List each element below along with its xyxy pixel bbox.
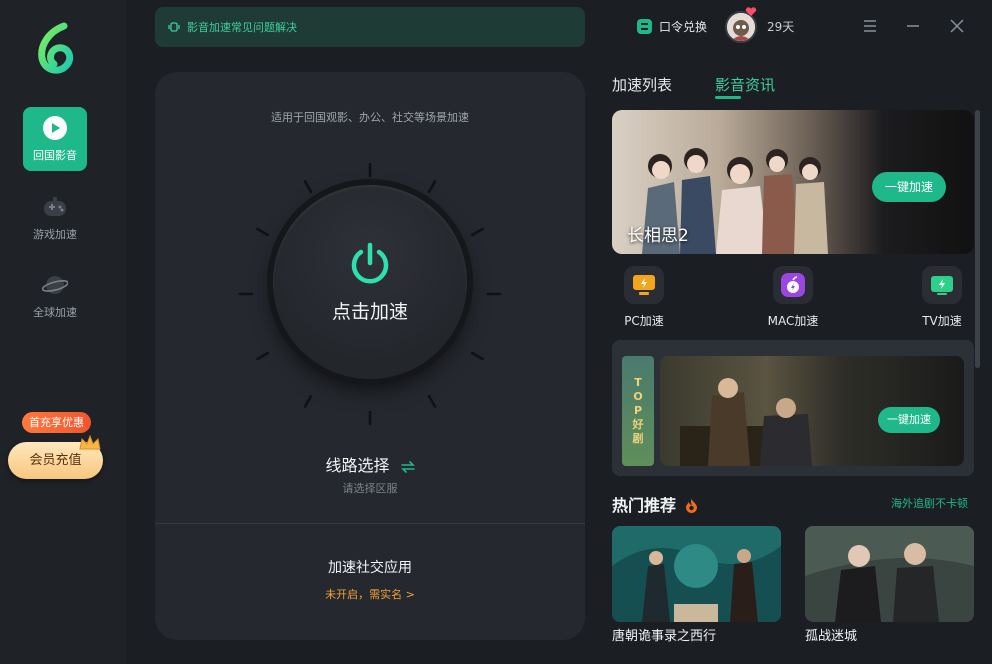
ribbon-char: O [633, 390, 643, 403]
play-circle-icon [42, 115, 68, 141]
dial-tick [427, 394, 437, 408]
redeem-button[interactable]: 口令兑换 [637, 18, 707, 35]
dial-tick [303, 180, 313, 194]
panel-subtitle: 适用于回国观影、办公、社交等场景加速 [271, 111, 469, 124]
notice-text: 影音加速常见问题解决 [187, 21, 297, 34]
sidebar-item-game[interactable]: 游戏加速 [23, 186, 87, 250]
social-status-link[interactable]: 未开启，需实名 > [155, 586, 585, 602]
redeem-label: 口令兑换 [659, 20, 708, 34]
platform-mac[interactable]: MAC加速 [763, 266, 823, 329]
tab-indicator [715, 96, 741, 99]
platform-pc[interactable]: PC加速 [614, 266, 674, 329]
dial-tick [303, 394, 313, 408]
notice-bar[interactable]: 影音加速常见问题解决 [155, 7, 585, 47]
dial-tick [427, 180, 437, 194]
member-days: 29天 [767, 20, 795, 34]
platform-label: PC加速 [624, 314, 664, 328]
ribbon-char: T [634, 376, 642, 389]
divider [155, 523, 585, 524]
top-drama-accelerate-button[interactable]: 一键加速 [878, 407, 940, 433]
menu-icon[interactable] [860, 16, 880, 36]
banner-accelerate-button[interactable]: 一键加速 [872, 172, 946, 202]
route-title: 线路选择 [325, 456, 390, 475]
app-logo [38, 22, 74, 74]
route-select[interactable]: 线路选择 [155, 452, 585, 476]
poster-image [612, 526, 781, 622]
sidebar-item-video[interactable]: 回国影音 [23, 107, 87, 171]
platform-label: MAC加速 [767, 314, 819, 328]
platform-tv[interactable]: TV加速 [912, 266, 972, 329]
featured-banner[interactable]: 长相思2 一键加速 [612, 110, 974, 254]
platform-label: TV加速 [922, 314, 962, 328]
promo-badge: 首充享优惠 [22, 412, 91, 433]
speaker-icon [168, 22, 180, 32]
redeem-icon [637, 19, 652, 34]
hot-title-text: 热门推荐 [612, 496, 677, 515]
fire-icon [685, 499, 697, 513]
dial-tick [470, 227, 484, 237]
avatar-image [727, 13, 755, 41]
minimize-icon[interactable] [903, 16, 923, 36]
close-icon[interactable] [947, 16, 967, 36]
hot-poster-1[interactable] [612, 526, 781, 622]
accelerate-panel: 适用于回国观影、办公、社交等场景加速 点击加速 线路选择 请选择区服 加速社交应… [155, 72, 585, 640]
ribbon-char: 剧 [632, 432, 644, 445]
sidebar-item-label: 游戏加速 [33, 228, 77, 241]
swap-icon [400, 460, 415, 473]
sidebar-item-label: 全球加速 [33, 306, 77, 319]
monitor-icon [624, 266, 664, 304]
top-drama-ribbon: T O P 好 剧 [622, 356, 654, 466]
tab-media-news[interactable]: 影音资讯 [715, 74, 775, 95]
dial-tick [470, 351, 484, 361]
top-drama-card[interactable]: T O P 好 剧 一键加速 [612, 340, 974, 476]
ribbon-char: P [633, 404, 643, 417]
sidebar-item-label: 回国影音 [33, 149, 77, 162]
power-icon [351, 242, 389, 283]
power-button[interactable]: 点击加速 [273, 185, 467, 379]
planet-icon [42, 272, 68, 298]
sidebar-item-global[interactable]: 全球加速 [23, 264, 87, 328]
hot-poster-2-title[interactable]: 孤战迷城 [805, 625, 857, 644]
hot-link[interactable]: 海外追剧不卡顿 [891, 495, 968, 511]
gamepad-icon [42, 194, 68, 220]
ribbon-char: 好 [632, 418, 644, 431]
scrollbar[interactable] [975, 110, 980, 368]
tab-accelerate-list[interactable]: 加速列表 [612, 74, 672, 95]
tv-icon [922, 266, 962, 304]
poster-image [805, 526, 974, 622]
apple-icon [773, 266, 813, 304]
hot-section-title: 热门推荐 [612, 492, 698, 516]
banner-title: 长相思2 [627, 226, 689, 246]
power-label: 点击加速 [331, 300, 408, 323]
heart-icon [745, 7, 757, 17]
route-subtitle: 请选择区服 [342, 482, 398, 495]
crown-icon [79, 434, 101, 450]
hot-poster-1-title[interactable]: 唐朝诡事录之西行 [612, 625, 716, 644]
dial-tick [256, 351, 270, 361]
social-accelerate-title: 加速社交应用 [328, 560, 412, 576]
dial-tick [256, 227, 270, 237]
sidebar: 回国影音 游戏加速 全球加速 首充享优惠 会员充值 [0, 0, 126, 664]
hot-poster-2[interactable] [805, 526, 974, 622]
